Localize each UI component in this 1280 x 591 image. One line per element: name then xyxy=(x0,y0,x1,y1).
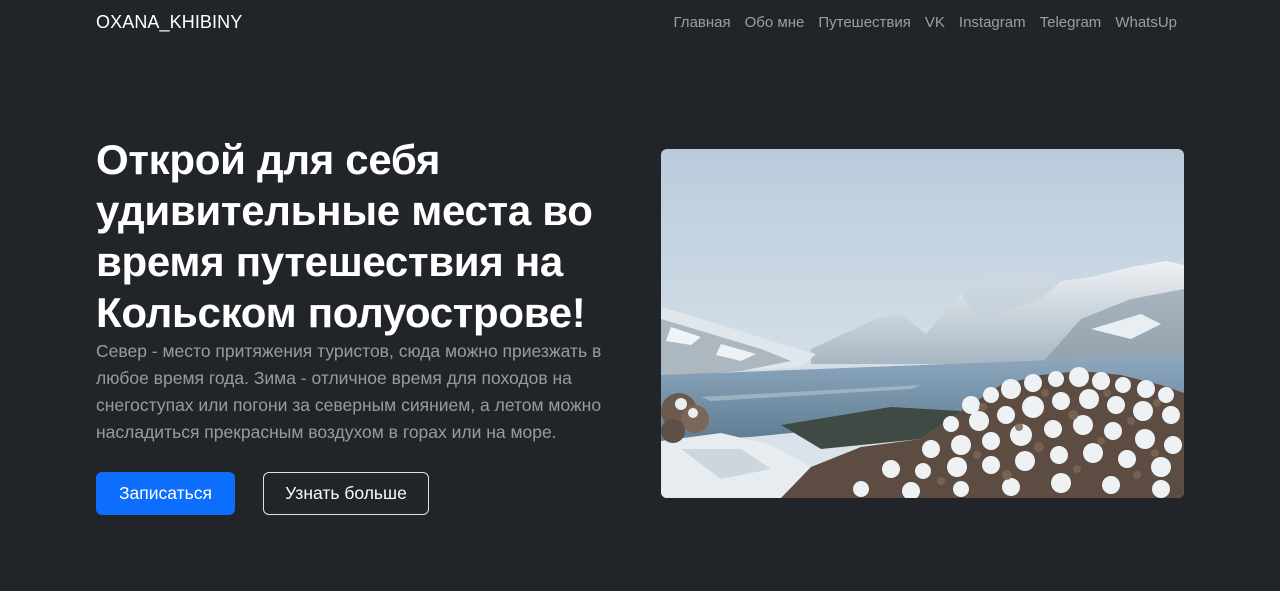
hero-content: Открой для себя удивительные места во вр… xyxy=(96,134,636,446)
nav-link-whatsapp[interactable]: WhatsUp xyxy=(1115,14,1177,31)
nav-link-travels[interactable]: Путешествия xyxy=(818,14,911,31)
hero-description: Север - место притяжения туристов, сюда … xyxy=(96,341,602,442)
nav-link-telegram[interactable]: Telegram xyxy=(1040,14,1102,31)
nav-link-vk[interactable]: VK xyxy=(925,14,945,31)
nav-links: Главная Обо мне Путешествия VK Instagram… xyxy=(674,14,1177,31)
hero-landscape-image xyxy=(661,149,1184,498)
learn-more-button[interactable]: Узнать больше xyxy=(263,472,429,515)
nav-link-about[interactable]: Обо мне xyxy=(745,14,805,31)
hero-buttons: Записаться Узнать больше xyxy=(96,472,429,515)
nav-link-instagram[interactable]: Instagram xyxy=(959,14,1026,31)
brand-logo[interactable]: OXANA_KHIBINY xyxy=(96,12,242,33)
nav-link-home[interactable]: Главная xyxy=(674,14,731,31)
hero-title: Открой для себя удивительные места во вр… xyxy=(96,136,593,336)
signup-button[interactable]: Записаться xyxy=(96,472,235,515)
navbar: OXANA_KHIBINY Главная Обо мне Путешестви… xyxy=(0,0,1280,46)
